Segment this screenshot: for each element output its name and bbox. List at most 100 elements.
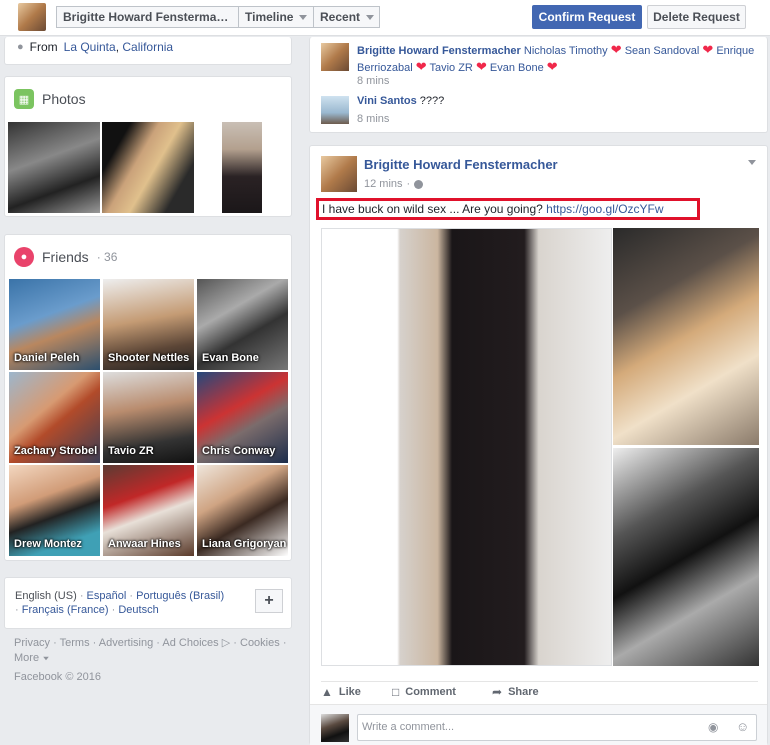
- language-card: English (US) · Español · Português (Bras…: [4, 577, 292, 629]
- separator: ·: [282, 637, 287, 649]
- post-photo-main[interactable]: [321, 228, 612, 666]
- commenter-avatar[interactable]: [321, 96, 349, 124]
- ad-choices-link[interactable]: Ad Choices: [162, 637, 218, 649]
- like-label: Like: [338, 686, 361, 698]
- heart-icon: ❤: [415, 59, 427, 74]
- like-button[interactable]: ▲ Like: [321, 685, 361, 699]
- comment-author-link[interactable]: Vini Santos: [357, 95, 417, 107]
- chevron-down-icon: [299, 14, 308, 20]
- comment-input[interactable]: Write a comment... ◉ ☺: [357, 714, 757, 741]
- friend-name: Chris Conway: [202, 445, 276, 457]
- friend-tile[interactable]: Tavio ZR: [103, 372, 194, 463]
- photo-thumbnail[interactable]: [102, 122, 194, 213]
- share-icon: ➦: [492, 685, 503, 699]
- comment-timestamp[interactable]: 8 mins: [357, 113, 389, 125]
- delete-request-button[interactable]: Delete Request: [647, 5, 746, 29]
- tagged-user-link[interactable]: Tavio ZR: [429, 62, 472, 74]
- comment-author-link[interactable]: Brigitte Howard Fenstermacher: [357, 45, 521, 57]
- divider: [321, 681, 758, 682]
- chevron-down-icon[interactable]: [748, 160, 756, 165]
- commenter-avatar[interactable]: [321, 43, 349, 71]
- heart-icon: ❤: [475, 59, 487, 74]
- language-current: English (US): [15, 590, 77, 602]
- friends-icon: ●: [14, 247, 34, 267]
- profile-name-label: Brigitte Howard Fenstermacher: [63, 10, 232, 24]
- city-link[interactable]: La Quinta: [64, 40, 116, 54]
- ad-choices-icon: ▷: [221, 637, 231, 649]
- friend-name: Daniel Peleh: [14, 352, 80, 364]
- profile-avatar[interactable]: [18, 3, 46, 31]
- friend-name: Drew Montez: [14, 538, 82, 550]
- friend-tile[interactable]: Liana Grigoryan: [197, 465, 288, 556]
- friend-tile[interactable]: Drew Montez: [9, 465, 100, 556]
- friend-name: Shooter Nettles: [108, 352, 190, 364]
- timeline-dropdown[interactable]: Timeline: [238, 6, 314, 28]
- share-label: Share: [508, 686, 539, 698]
- heart-icon: ❤: [610, 42, 622, 57]
- photos-card: ▦ Photos: [4, 76, 292, 217]
- emoji-icon[interactable]: ☺: [736, 719, 749, 734]
- separator: ,: [115, 40, 120, 54]
- friend-name: Anwaar Hines: [108, 538, 181, 550]
- friend-name: Tavio ZR: [108, 445, 154, 457]
- photos-title: Photos: [42, 91, 86, 107]
- post-author-link[interactable]: Brigitte Howard Fenstermacher: [364, 157, 558, 172]
- friends-title: Friends: [42, 249, 89, 265]
- post-photo-thumbnail[interactable]: [613, 448, 759, 666]
- language-link[interactable]: Deutsch: [118, 604, 158, 616]
- friend-tile[interactable]: Anwaar Hines: [103, 465, 194, 556]
- friend-tile[interactable]: Zachary Strobel: [9, 372, 100, 463]
- photo-icon: ▦: [14, 89, 34, 109]
- friends-count: 36: [104, 250, 118, 264]
- comment-button[interactable]: □ Comment: [392, 685, 456, 699]
- more-link[interactable]: More: [14, 652, 39, 664]
- photos-heading[interactable]: ▦ Photos: [14, 89, 86, 109]
- separator: ·: [129, 590, 134, 602]
- friend-name: Liana Grigoryan: [202, 538, 287, 550]
- photo-thumbnail[interactable]: [8, 122, 100, 213]
- location-pin-icon: ●: [17, 41, 24, 53]
- comment-timestamp[interactable]: 8 mins: [357, 75, 389, 87]
- heart-icon: ❤: [546, 59, 558, 74]
- separator: ·: [233, 637, 237, 649]
- cookies-link[interactable]: Cookies: [240, 637, 280, 649]
- photo-thumbnail[interactable]: [222, 122, 262, 213]
- privacy-link[interactable]: Privacy: [14, 637, 50, 649]
- friend-tile[interactable]: Chris Conway: [197, 372, 288, 463]
- separator: ·: [92, 637, 97, 649]
- friend-tile[interactable]: Shooter Nettles: [103, 279, 194, 370]
- separator: ·: [15, 604, 19, 616]
- friend-tile[interactable]: Evan Bone: [197, 279, 288, 370]
- copyright: Facebook © 2016: [14, 671, 101, 683]
- language-link[interactable]: Français (France): [22, 604, 109, 616]
- profile-header-bar: Brigitte Howard Fenstermacher Timeline R…: [0, 0, 770, 36]
- separator: ·: [406, 178, 411, 190]
- globe-icon[interactable]: [414, 179, 424, 189]
- post-timestamp[interactable]: 12 mins: [364, 178, 403, 190]
- confirm-request-button[interactable]: Confirm Request: [532, 5, 642, 29]
- friend-name: Zachary Strobel: [14, 445, 98, 457]
- friend-tile[interactable]: Daniel Peleh: [9, 279, 100, 370]
- profile-name-dropdown[interactable]: Brigitte Howard Fenstermacher: [56, 6, 239, 28]
- add-language-button[interactable]: +: [255, 589, 283, 613]
- state-link[interactable]: California: [122, 40, 173, 54]
- post-url-link[interactable]: https://goo.gl/OzcYFw: [546, 202, 663, 216]
- comment-composer: Write a comment... ◉ ☺: [310, 704, 767, 745]
- advertising-link[interactable]: Advertising: [99, 637, 153, 649]
- separator: ·: [53, 637, 57, 649]
- recent-dropdown[interactable]: Recent: [313, 6, 380, 28]
- friend-name: Evan Bone: [202, 352, 259, 364]
- terms-link[interactable]: Terms: [60, 637, 90, 649]
- language-link[interactable]: Português (Brasil): [136, 590, 224, 602]
- friends-heading[interactable]: ● Friends · 36: [14, 247, 117, 267]
- thumbs-up-icon: ▲: [321, 685, 333, 699]
- tagged-user-link[interactable]: Nicholas Timothy: [524, 45, 608, 57]
- share-button[interactable]: ➦ Share: [492, 685, 539, 699]
- camera-icon[interactable]: ◉: [708, 720, 718, 734]
- post-photo-thumbnail[interactable]: [613, 228, 759, 445]
- footer-links: Privacy · Terms · Advertising · Ad Choic…: [14, 636, 294, 666]
- tagged-user-link[interactable]: Evan Bone: [490, 62, 544, 74]
- tagged-user-link[interactable]: Sean Sandoval: [625, 45, 700, 57]
- post-author-avatar[interactable]: [321, 156, 357, 192]
- language-link[interactable]: Español: [87, 590, 127, 602]
